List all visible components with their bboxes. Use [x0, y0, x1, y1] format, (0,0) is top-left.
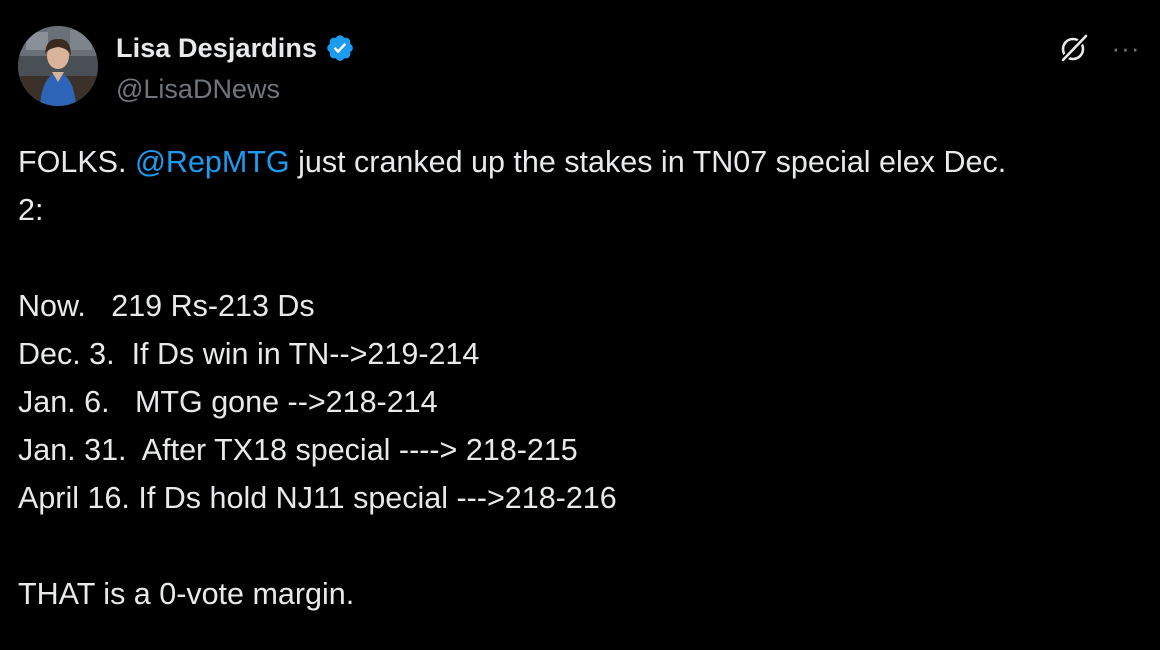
tweet-line-7: April 16. If Ds hold NJ11 special --->21…: [18, 481, 617, 515]
tweet-line-5: Jan. 6. MTG gone -->218-214: [18, 385, 438, 419]
tweet-line-2: 2:: [18, 193, 44, 227]
author-handle[interactable]: @LisaDNews: [116, 74, 355, 105]
verified-badge-icon[interactable]: [325, 33, 355, 63]
tweet-line-3: Now. 219 Rs-213 Ds: [18, 289, 315, 323]
tweet: Lisa Desjardins @LisaDNews ··· FOLKS. @R…: [0, 0, 1160, 650]
tweet-line-8: THAT is a 0-vote margin.: [18, 577, 355, 611]
avatar[interactable]: [18, 26, 98, 106]
grok-icon[interactable]: [1058, 32, 1090, 64]
mention-link[interactable]: @RepMTG: [135, 145, 290, 179]
name-row: Lisa Desjardins: [116, 30, 355, 66]
tweet-line-1-pre: FOLKS.: [18, 145, 135, 179]
tweet-line-4: Dec. 3. If Ds win in TN-->219-214: [18, 337, 480, 371]
author-names: Lisa Desjardins @LisaDNews: [116, 30, 355, 105]
tweet-text: FOLKS. @RepMTG just cranked up the stake…: [18, 138, 1138, 618]
tweet-line-1-post: just cranked up the stakes in TN07 speci…: [289, 145, 1007, 179]
display-name[interactable]: Lisa Desjardins: [116, 33, 317, 64]
tweet-line-6: Jan. 31. After TX18 special ----> 218-21…: [18, 433, 578, 467]
tweet-header: Lisa Desjardins @LisaDNews ···: [18, 26, 1142, 110]
more-horizontal-icon[interactable]: ···: [1110, 32, 1142, 64]
tweet-line-1: FOLKS. @RepMTG just cranked up the stake…: [18, 138, 1138, 186]
